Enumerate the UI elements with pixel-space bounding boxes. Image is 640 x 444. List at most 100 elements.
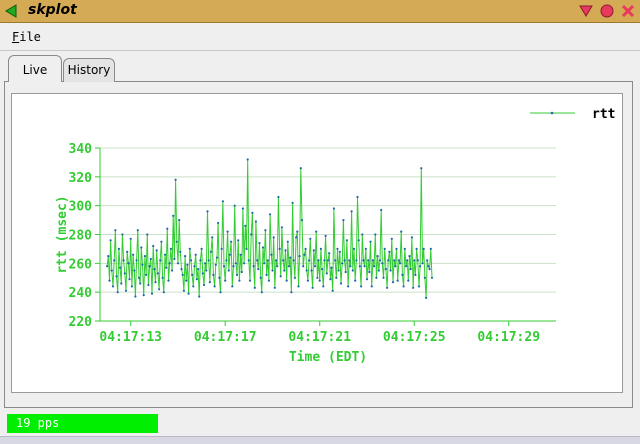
data-point [124, 289, 128, 292]
x-axis-label: Time (EDT) [289, 350, 367, 365]
data-point [350, 210, 353, 213]
data-point [110, 269, 113, 272]
data-point [142, 294, 145, 297]
data-point [427, 265, 430, 268]
data-point [191, 273, 194, 276]
data-point [370, 285, 373, 288]
data-point [342, 219, 345, 222]
data-point [127, 262, 130, 265]
rtt-chart: 220 240 260 280 300 320 340 04:17:13 04:17:17 04:… [55, 107, 615, 365]
data-point [330, 266, 333, 269]
data-point [253, 286, 256, 289]
data-point [282, 259, 285, 262]
data-point [218, 276, 221, 279]
data-point [240, 270, 243, 274]
data-point [409, 268, 412, 271]
maximize-icon[interactable] [599, 3, 615, 19]
data-point [114, 229, 117, 232]
data-point [182, 289, 185, 292]
data-point [321, 268, 324, 271]
data-point [309, 237, 312, 240]
data-point [116, 291, 119, 294]
data-point [352, 247, 356, 250]
data-point [310, 269, 313, 272]
data-point [287, 265, 291, 268]
data-point [207, 259, 210, 262]
data-point [222, 265, 226, 268]
data-point [245, 247, 248, 250]
x-tick-label: 04:17:29 [477, 330, 540, 345]
data-point [410, 236, 413, 239]
tab-history[interactable]: History [63, 58, 115, 82]
data-point [219, 291, 222, 294]
data-point [221, 200, 224, 203]
data-point [291, 201, 294, 204]
data-point [146, 233, 149, 236]
title-bar[interactable]: skplot [0, 0, 640, 23]
data-point [402, 285, 405, 288]
data-point [147, 283, 150, 287]
x-tick-label: 04:17:21 [288, 330, 351, 345]
data-point [259, 276, 262, 279]
data-point [406, 259, 409, 262]
data-point [323, 259, 326, 262]
data-point [270, 253, 273, 256]
minimize-icon[interactable] [578, 3, 594, 19]
data-point [311, 286, 314, 289]
data-point [371, 259, 374, 262]
data-point [325, 272, 328, 275]
data-point [211, 236, 214, 239]
data-point [150, 292, 154, 295]
data-point [393, 259, 396, 262]
data-point [213, 285, 216, 288]
data-point [273, 286, 276, 289]
data-point [389, 269, 392, 272]
data-point [130, 285, 133, 288]
data-point [162, 291, 165, 294]
data-point [280, 226, 283, 229]
data-point [417, 285, 421, 288]
data-point [160, 240, 163, 243]
data-point [395, 247, 398, 250]
data-point [363, 265, 366, 268]
data-point [368, 270, 371, 274]
data-point [351, 269, 354, 272]
data-point [388, 250, 391, 253]
menu-file[interactable]: File [12, 30, 41, 44]
data-point [197, 268, 200, 271]
data-point [122, 259, 125, 262]
data-point [134, 295, 137, 298]
data-point [154, 281, 157, 284]
tab-live[interactable]: Live [8, 55, 62, 82]
data-point [367, 259, 370, 262]
data-point [120, 282, 123, 285]
data-point [274, 259, 278, 262]
data-point [176, 262, 180, 265]
data-point [272, 236, 275, 239]
data-point [217, 221, 220, 225]
data-point [237, 239, 240, 242]
data-point [344, 270, 347, 274]
data-point [356, 195, 359, 199]
data-point [306, 279, 309, 282]
data-point [159, 259, 162, 262]
plot-area: 220 240 260 280 300 320 340 04:17:13 04:17:17 04:… [11, 93, 623, 393]
data-point [380, 208, 383, 212]
data-point [317, 259, 320, 262]
close-icon[interactable] [620, 3, 636, 19]
data-point [420, 167, 423, 170]
data-point [375, 276, 378, 279]
data-point [361, 233, 364, 236]
data-point [206, 210, 209, 213]
data-point [304, 247, 307, 250]
data-point [374, 233, 377, 236]
data-point [360, 285, 363, 288]
data-point [121, 233, 124, 236]
data-point [394, 265, 397, 268]
data-point [384, 268, 387, 271]
data-point [205, 269, 208, 272]
left-arrow-icon[interactable] [3, 3, 19, 19]
data-point [391, 281, 395, 284]
data-point [404, 265, 408, 268]
data-point [256, 259, 259, 262]
